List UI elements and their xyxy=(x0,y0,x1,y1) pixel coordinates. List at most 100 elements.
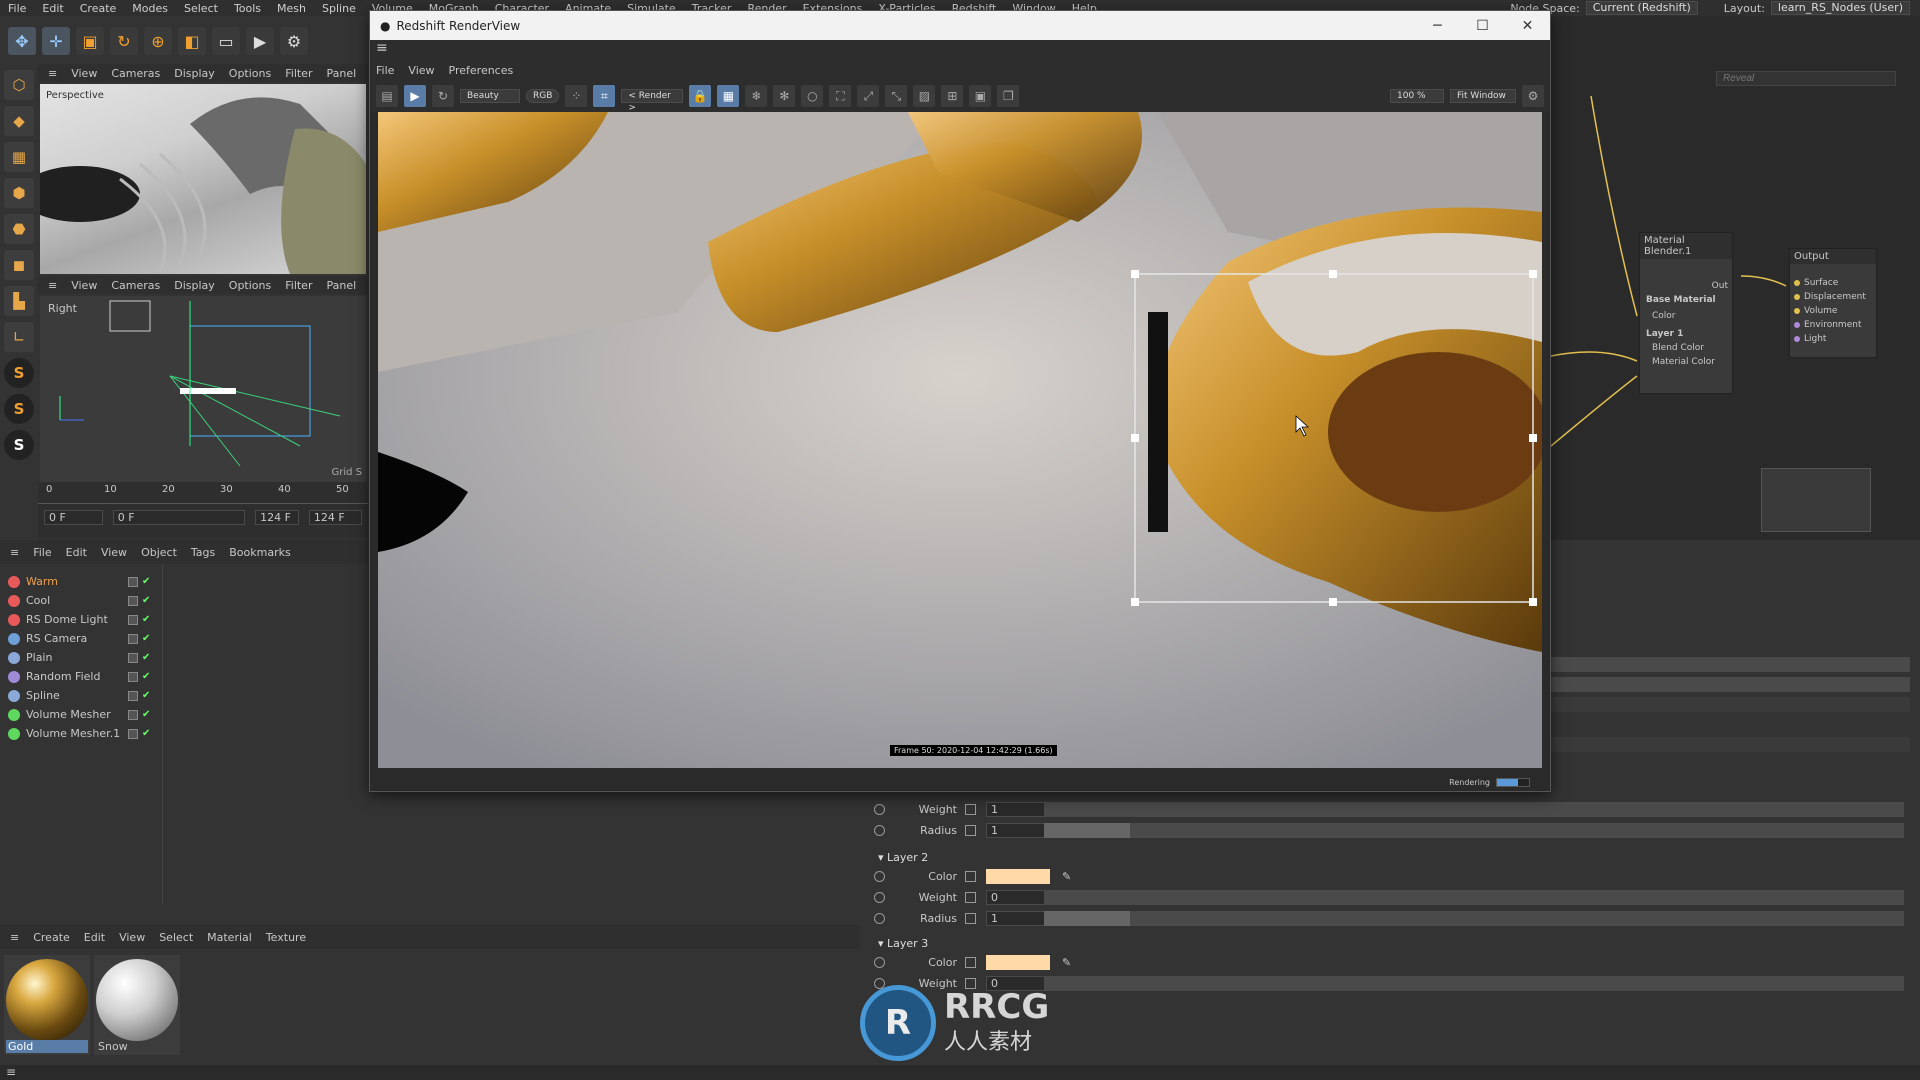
nodespace-select[interactable]: Current (Redshift) xyxy=(1585,1,1698,15)
layer-checkbox[interactable] xyxy=(128,595,138,606)
menu-mesh[interactable]: Mesh xyxy=(269,2,314,15)
fit-icon[interactable]: ⛶ xyxy=(829,85,852,107)
render-mode-select[interactable]: < Render > xyxy=(621,89,684,113)
material-snow[interactable]: Snow xyxy=(94,955,180,1055)
spline-s-icon[interactable]: S xyxy=(4,394,34,424)
enabled-check-icon[interactable]: ✔ xyxy=(142,652,150,663)
settings-gear-icon[interactable]: ⚙ xyxy=(1522,85,1544,107)
layer2-weight-slider[interactable] xyxy=(1044,889,1904,905)
object-row[interactable]: Warm ✔ xyxy=(8,572,363,591)
layout-select[interactable]: learn_RS_Nodes (User) xyxy=(1770,1,1910,15)
layer1-radius-slider[interactable] xyxy=(1044,822,1904,838)
menu-spline[interactable]: Spline xyxy=(314,2,364,15)
radius-keyframe[interactable] xyxy=(965,824,976,836)
minimize-icon[interactable]: ─ xyxy=(1415,18,1460,34)
renderview-titlebar[interactable]: ● Redshift RenderView ─ ☐ ✕ xyxy=(370,11,1550,40)
object-row[interactable]: Plain ✔ xyxy=(8,648,363,667)
layer-checkbox[interactable] xyxy=(128,671,138,682)
enabled-check-icon[interactable]: ✔ xyxy=(142,671,150,682)
viewport-menu-display[interactable]: Display xyxy=(174,67,215,80)
renderview-menu-view[interactable]: View xyxy=(408,64,434,77)
circle-icon[interactable]: ○ xyxy=(801,85,824,107)
viewport-menu-cameras[interactable]: Cameras xyxy=(111,67,160,80)
timeline-ruler[interactable]: 0 10 20 30 40 50 xyxy=(38,482,368,504)
output-port-displacement[interactable]: Displacement xyxy=(1790,290,1876,304)
viewport-menu-options[interactable]: Options xyxy=(229,67,271,80)
viewport-menu-panel[interactable]: Panel xyxy=(326,67,356,80)
objmgr-menu-tags[interactable]: Tags xyxy=(191,546,215,559)
object-row[interactable]: Random Field ✔ xyxy=(8,667,363,686)
perspective-viewport[interactable]: ≡ View Cameras Display Options Filter Panel Pe… xyxy=(38,64,368,274)
pv-icon[interactable]: ▣ xyxy=(969,85,992,107)
object-row[interactable]: Spline ✔ xyxy=(8,686,363,705)
objmgr-menu-object[interactable]: Object xyxy=(141,546,177,559)
color-radio[interactable] xyxy=(874,870,885,882)
maximize-icon[interactable]: ☐ xyxy=(1460,18,1505,34)
render-view-icon[interactable]: ▶ xyxy=(246,27,274,55)
bucket-grid-icon[interactable]: ▦ xyxy=(717,85,740,107)
layer2-header[interactable]: ▾ Layer 2 xyxy=(878,851,928,864)
render-settings-icon[interactable]: ⚙ xyxy=(280,27,308,55)
layer2-weight-field[interactable]: 0 xyxy=(986,889,1046,905)
matmgr-menu-select[interactable]: Select xyxy=(159,931,193,944)
snowflake-icon[interactable]: ❄ xyxy=(745,85,768,107)
viewport-menu-view[interactable]: View xyxy=(71,279,97,292)
matmgr-menu-create[interactable]: Create xyxy=(33,931,70,944)
weight-keyframe[interactable] xyxy=(965,803,976,815)
blender-out-port[interactable]: Out xyxy=(1640,259,1732,291)
weight-radio[interactable] xyxy=(874,803,885,815)
enabled-check-icon[interactable]: ✔ xyxy=(142,595,150,606)
perspective-scene[interactable]: Perspective xyxy=(40,84,366,274)
output-port-environment[interactable]: Environment xyxy=(1790,318,1876,332)
lock-icon[interactable]: 🔒 xyxy=(689,85,712,107)
attr-bar-1[interactable] xyxy=(1550,657,1910,672)
matmgr-menu-edit[interactable]: Edit xyxy=(84,931,105,944)
close-icon[interactable]: ✕ xyxy=(1505,18,1550,34)
color-keyframe-3[interactable] xyxy=(965,956,976,968)
enabled-check-icon[interactable]: ✔ xyxy=(142,633,150,644)
current-frame-field[interactable]: 0 F xyxy=(112,510,246,525)
output-node[interactable]: Output Surface Displacement Volume Environm… xyxy=(1789,248,1877,358)
render-output-image[interactable]: Frame 50: 2020-12-04 12:42:29 (1.66s) xyxy=(378,112,1542,768)
rotate-tool-icon[interactable]: ↻ xyxy=(110,27,138,55)
viewport-menu-filter[interactable]: Filter xyxy=(285,67,312,80)
enabled-check-icon[interactable]: ✔ xyxy=(142,728,150,739)
zoom-select[interactable]: 100 % xyxy=(1390,89,1444,103)
object-row[interactable]: RS Dome Light ✔ xyxy=(8,610,363,629)
status-menu-icon[interactable]: ≡ xyxy=(0,1065,16,1079)
render-region-icon[interactable]: ▭ xyxy=(212,27,240,55)
viewport-menu-cameras[interactable]: Cameras xyxy=(111,279,160,292)
layer-checkbox[interactable] xyxy=(128,690,138,701)
layer3-header[interactable]: ▾ Layer 3 xyxy=(878,937,928,950)
menu-create[interactable]: Create xyxy=(72,2,125,15)
renderview-menu-preferences[interactable]: Preferences xyxy=(449,64,514,77)
attr-dropdown-1[interactable] xyxy=(1550,697,1910,712)
material-color-port[interactable]: Material Color xyxy=(1640,355,1732,369)
snap-icon[interactable]: ∟ xyxy=(4,322,34,352)
snowflake-alt-icon[interactable]: ✻ xyxy=(773,85,796,107)
layer-checkbox[interactable] xyxy=(128,614,138,625)
timeline[interactable]: 0 10 20 30 40 50 0 F 0 F 124 F 124 F xyxy=(38,482,368,538)
hamburger-menu-icon[interactable]: ≡ xyxy=(370,40,1550,60)
matmgr-menu-material[interactable]: Material xyxy=(207,931,252,944)
script-s-icon[interactable]: S xyxy=(4,430,34,460)
max-frame-field[interactable]: 124 F xyxy=(308,510,362,525)
layer-checkbox[interactable] xyxy=(128,576,138,587)
right-scene[interactable]: Right Grid S xyxy=(40,296,366,482)
layer-checkbox[interactable] xyxy=(128,633,138,644)
redshift-renderview-window[interactable]: ● Redshift RenderView ─ ☐ ✕ ≡ File View Pr… xyxy=(369,10,1551,792)
viewport-menu-panel[interactable]: Panel xyxy=(326,279,356,292)
base-color-port[interactable]: Color xyxy=(1640,309,1732,323)
resize-icon[interactable]: ⤡ xyxy=(885,85,908,107)
radius-keyframe-2[interactable] xyxy=(965,912,976,924)
polygon-mode-icon[interactable]: ◼ xyxy=(4,250,34,280)
copy-icon[interactable]: ❐ xyxy=(997,85,1020,107)
object-row[interactable]: RS Camera ✔ xyxy=(8,629,363,648)
object-row[interactable]: Volume Mesher ✔ xyxy=(8,705,363,724)
viewport-menu-options[interactable]: Options xyxy=(229,279,271,292)
objmgr-menu-edit[interactable]: Edit xyxy=(66,546,87,559)
layer2-color-swatch[interactable] xyxy=(986,868,1050,884)
texture-mode-icon[interactable]: ▦ xyxy=(4,142,34,172)
enabled-check-icon[interactable]: ✔ xyxy=(142,709,150,720)
edge-mode-icon[interactable]: ⬣ xyxy=(4,214,34,244)
